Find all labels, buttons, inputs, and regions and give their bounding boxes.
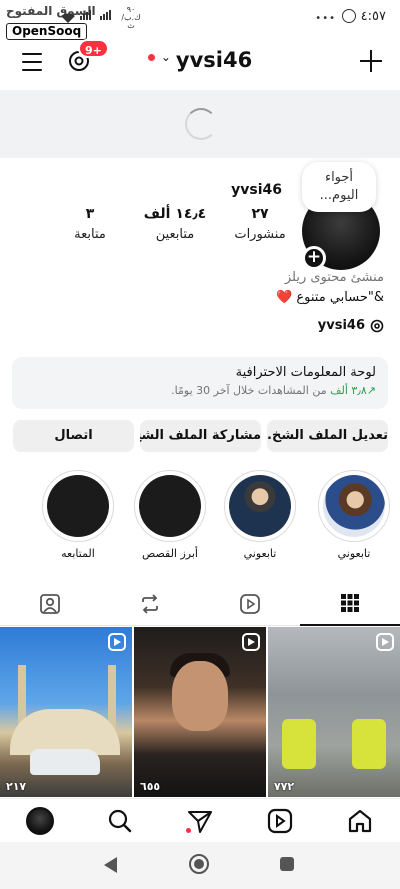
threads-small-icon bbox=[370, 319, 384, 332]
home-icon[interactable] bbox=[346, 807, 374, 835]
highlight-cover bbox=[139, 475, 201, 537]
wifi-icon bbox=[61, 13, 75, 23]
unread-dot bbox=[186, 828, 191, 833]
back-icon[interactable] bbox=[104, 857, 117, 873]
live-dot-icon bbox=[147, 53, 155, 61]
create-post-icon[interactable] bbox=[360, 50, 382, 72]
profile-tabs bbox=[0, 582, 400, 626]
highlight-cover bbox=[229, 475, 291, 537]
share-profile-button[interactable]: مشاركة الملف الشخ... bbox=[140, 420, 261, 452]
search-icon[interactable] bbox=[106, 807, 134, 835]
reel-icon bbox=[108, 633, 126, 651]
highlight-label: المتابعه bbox=[61, 547, 95, 560]
highlight-label: تابعوني bbox=[243, 547, 277, 560]
tab-tagged[interactable] bbox=[0, 582, 100, 626]
tab-reposts[interactable] bbox=[100, 582, 200, 626]
highlight-label: تابعوني bbox=[337, 547, 371, 560]
loading-spinner-icon bbox=[185, 108, 217, 140]
stat-posts-value: ٢٧ bbox=[251, 206, 269, 222]
posts-grid: ٢١٧ ٦٥٥ ٧٧٢ bbox=[0, 627, 400, 797]
post-views: ٧٧٢ bbox=[274, 780, 295, 793]
clock: ٤:٥٧ bbox=[360, 9, 386, 24]
tab-reels[interactable] bbox=[200, 582, 300, 626]
stat-following-label: متابعة bbox=[74, 227, 106, 242]
dashboard-title: لوحة المعلومات الاحترافية bbox=[235, 365, 376, 380]
profile-header: 9+ ⌄ yvsi46 bbox=[0, 39, 400, 84]
threads-link[interactable]: yvsi46 bbox=[318, 318, 384, 333]
post-views: ٢١٧ bbox=[6, 780, 27, 793]
nav-profile-avatar[interactable] bbox=[26, 807, 54, 835]
loading-area bbox=[0, 90, 400, 158]
bottom-navigation bbox=[0, 798, 400, 842]
network-speed: ٩٠ ك.ب/ث bbox=[121, 5, 141, 30]
threads-handle: yvsi46 bbox=[317, 318, 365, 333]
nav-direct[interactable] bbox=[186, 807, 214, 835]
highlight-item[interactable]: تابعوني bbox=[316, 470, 392, 560]
tagged-icon bbox=[40, 594, 60, 614]
stat-posts-label: منشورات bbox=[234, 227, 286, 242]
whatsapp-icon bbox=[342, 9, 356, 23]
post-views: ٦٥٥ bbox=[140, 780, 161, 793]
note-bubble[interactable]: أجواء اليوم... bbox=[302, 162, 376, 212]
stat-followers-label: متابعين bbox=[155, 227, 195, 242]
system-navigation bbox=[0, 842, 400, 889]
tab-grid[interactable] bbox=[300, 582, 400, 626]
chevron-down-icon: ⌄ bbox=[160, 50, 171, 64]
status-bar: السوق المفتوح OpenSooq ٩٠ ك.ب/ث ••• ٤:٥٧ bbox=[0, 0, 400, 40]
dashboard-subtitle: ↗٣٫٨ ألف من المشاهدات خلال آخر 30 يومًا. bbox=[171, 384, 376, 397]
signal-icon-2 bbox=[100, 10, 111, 20]
recents-icon[interactable] bbox=[280, 857, 294, 871]
stat-following-value: ٣ bbox=[85, 206, 95, 222]
contact-button[interactable]: اتصال bbox=[13, 420, 134, 452]
stat-posts[interactable]: ٢٧ منشورات bbox=[218, 206, 302, 242]
profile-bio: &"حسابي متنوع ❤️ bbox=[276, 290, 384, 305]
reels-nav-icon[interactable] bbox=[266, 807, 294, 835]
highlight-item[interactable]: أبرز القصص bbox=[132, 470, 208, 560]
grid-post[interactable]: ٧٧٢ bbox=[268, 627, 400, 797]
repost-icon bbox=[142, 594, 158, 614]
stat-following[interactable]: ٣ متابعة bbox=[48, 206, 132, 242]
highlight-label: أبرز القصص bbox=[142, 547, 198, 560]
home-button-icon[interactable] bbox=[189, 854, 209, 874]
grid-post[interactable]: ٦٥٥ bbox=[134, 627, 266, 797]
profile-name: yvsi46 bbox=[231, 182, 282, 198]
reel-icon bbox=[242, 633, 260, 651]
stat-followers-value: ١٤٫٤ ألف bbox=[143, 206, 207, 222]
account-switcher[interactable]: ⌄ yvsi46 bbox=[0, 48, 400, 72]
reel-icon bbox=[376, 633, 394, 651]
watermark-brand: OpenSooq bbox=[6, 23, 88, 40]
highlight-item[interactable]: تابعوني bbox=[222, 470, 298, 560]
highlight-cover bbox=[323, 475, 385, 537]
edit-profile-button[interactable]: تعديل الملف الشخ... bbox=[267, 420, 388, 452]
header-username: yvsi46 bbox=[175, 48, 253, 72]
professional-dashboard[interactable]: لوحة المعلومات الاحترافية ↗٣٫٨ ألف من ال… bbox=[12, 357, 388, 409]
profile-category: منشئ محتوى ريلز bbox=[284, 270, 384, 285]
highlight-item[interactable]: المتابعه bbox=[40, 470, 116, 560]
grid-post[interactable]: ٢١٧ bbox=[0, 627, 132, 797]
highlight-cover bbox=[47, 475, 109, 537]
add-story-icon[interactable]: + bbox=[302, 246, 326, 270]
reels-icon bbox=[240, 594, 260, 614]
stat-followers[interactable]: ١٤٫٤ ألف متابعين bbox=[133, 206, 217, 242]
grid-icon bbox=[341, 594, 359, 612]
signal-icon bbox=[80, 10, 91, 20]
more-notifications-icon: ••• bbox=[315, 13, 336, 24]
